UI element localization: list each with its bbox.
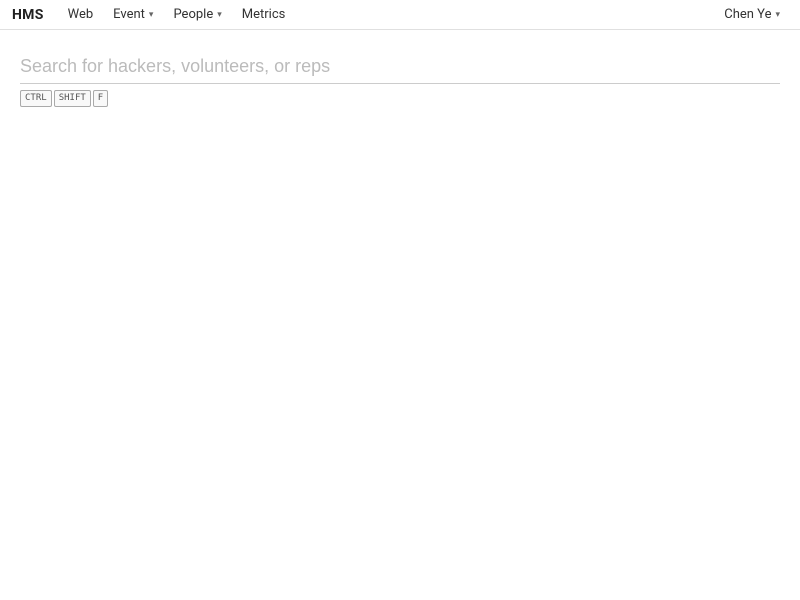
search-container: CTRL SHIFT F (20, 50, 780, 107)
chevron-down-icon: ▾ (149, 10, 154, 20)
nav-item-people-label: People (173, 7, 213, 22)
kbd-f: F (93, 90, 108, 107)
kbd-shift: SHIFT (54, 90, 91, 107)
user-menu[interactable]: Chen Ye ▾ (716, 3, 788, 26)
navbar: HMS Web Event ▾ People ▾ Metrics Chen Ye… (0, 0, 800, 30)
chevron-down-icon: ▾ (217, 10, 222, 20)
brand-logo[interactable]: HMS (12, 7, 44, 23)
chevron-down-icon: ▾ (775, 10, 780, 20)
nav-items: Web Event ▾ People ▾ Metrics (60, 3, 717, 26)
main-content: CTRL SHIFT F (0, 30, 800, 107)
nav-item-people[interactable]: People ▾ (165, 3, 229, 26)
keyboard-shortcut: CTRL SHIFT F (20, 90, 780, 107)
nav-item-web[interactable]: Web (60, 3, 102, 26)
nav-item-web-label: Web (68, 7, 94, 22)
kbd-ctrl: CTRL (20, 90, 52, 107)
nav-right: Chen Ye ▾ (716, 3, 788, 26)
user-name: Chen Ye (724, 7, 771, 22)
nav-item-event-label: Event (113, 7, 145, 22)
nav-item-event[interactable]: Event ▾ (105, 3, 161, 26)
nav-item-metrics-label: Metrics (242, 7, 286, 22)
search-input[interactable] (20, 50, 780, 84)
nav-item-metrics[interactable]: Metrics (234, 3, 294, 26)
